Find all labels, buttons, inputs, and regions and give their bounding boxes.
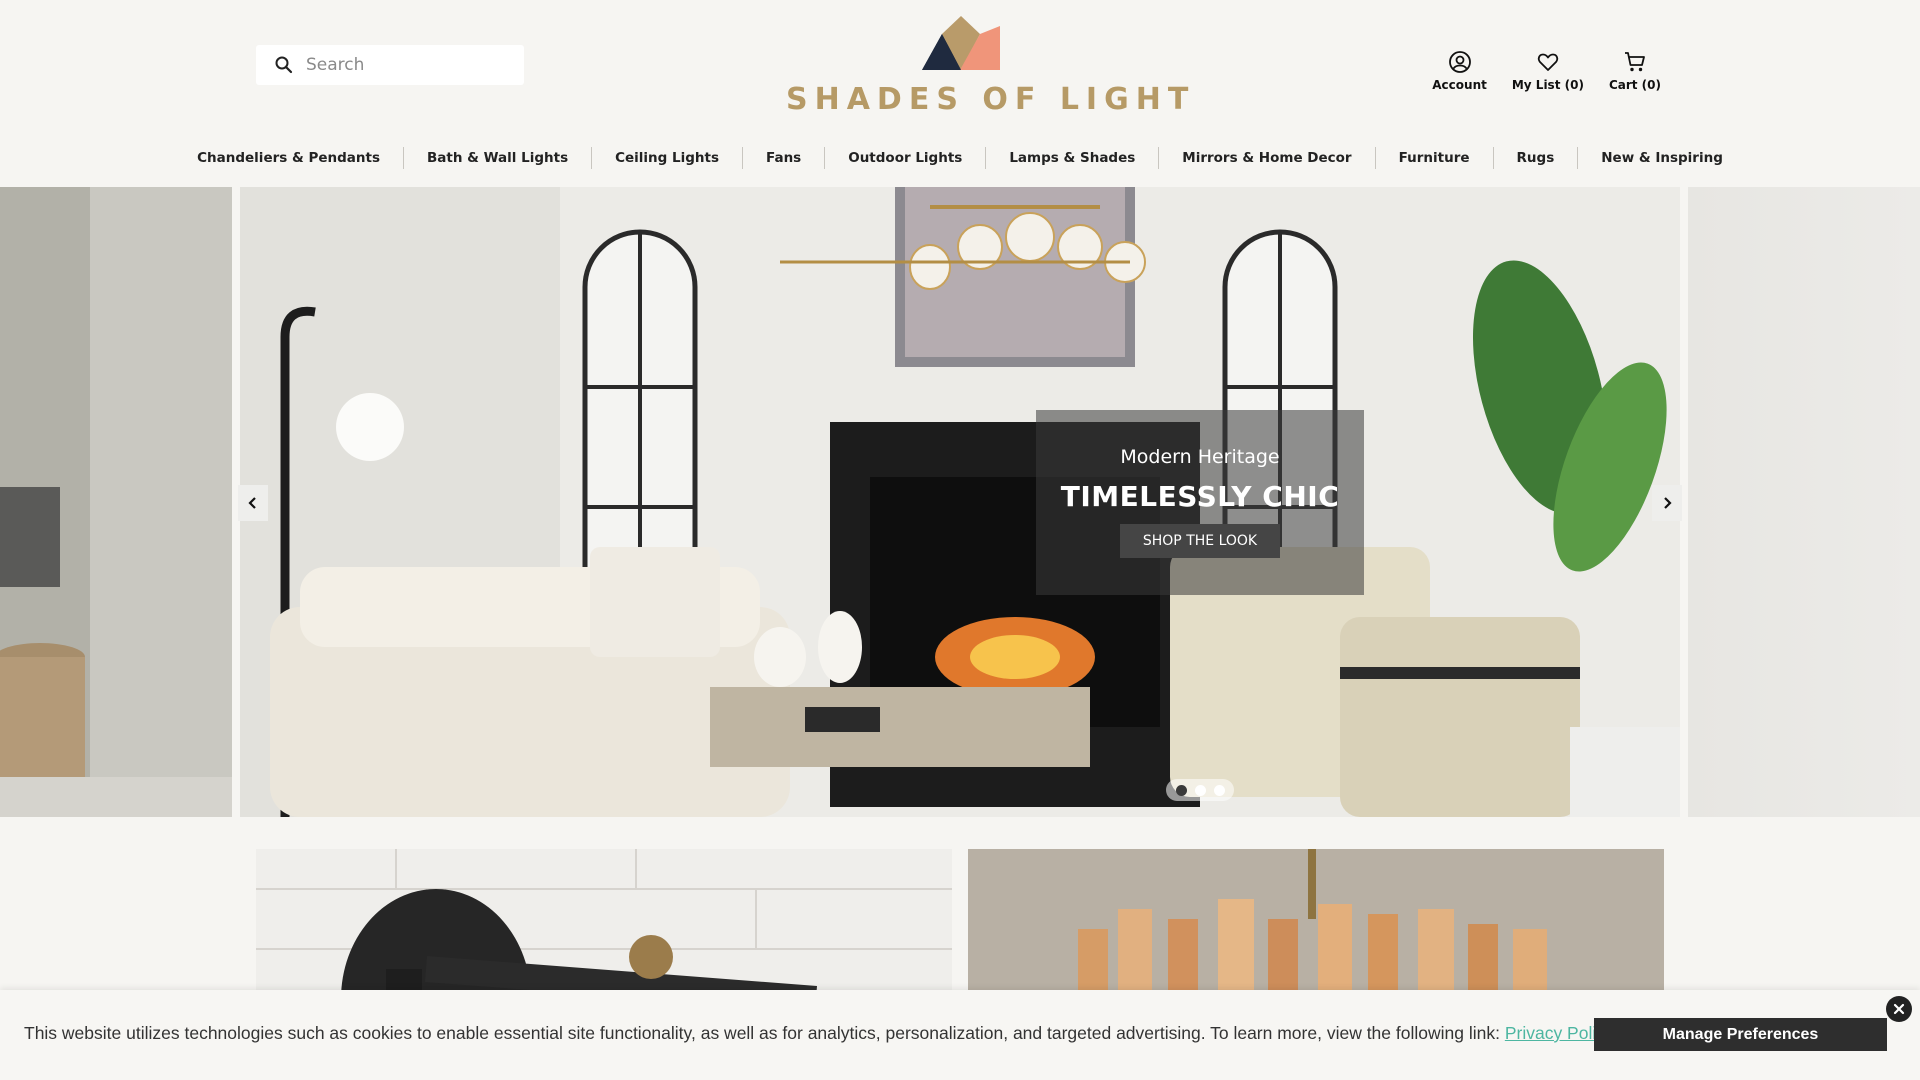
my-list-link[interactable]: My List (0) bbox=[1512, 50, 1584, 92]
carousel-dot-1[interactable] bbox=[1175, 784, 1187, 796]
nav-item-bath-wall-lights[interactable]: Bath & Wall Lights bbox=[404, 147, 593, 169]
brand-logo-mark[interactable] bbox=[922, 16, 1000, 70]
nav-item-mirrors-home-decor[interactable]: Mirrors & Home Decor bbox=[1159, 147, 1376, 169]
hero-slide[interactable]: Modern Heritage TIMELESSLY CHIC SHOP THE… bbox=[240, 187, 1680, 817]
search-icon bbox=[275, 56, 293, 74]
heart-icon bbox=[1537, 53, 1558, 71]
hero-slide-image bbox=[240, 187, 1680, 817]
close-cookie-banner-button[interactable] bbox=[1886, 996, 1912, 1022]
carousel-pagination bbox=[1166, 779, 1234, 801]
carousel-dot-3[interactable] bbox=[1213, 784, 1225, 796]
my-list-label: My List (0) bbox=[1511, 78, 1584, 92]
nav-item-rugs[interactable]: Rugs bbox=[1494, 147, 1579, 169]
nav-item-lamps-shades[interactable]: Lamps & Shades bbox=[986, 147, 1160, 169]
account-link[interactable]: Account bbox=[1432, 50, 1487, 92]
hero-caption: Modern Heritage TIMELESSLY CHIC SHOP THE… bbox=[1036, 410, 1364, 595]
nav-item-fans[interactable]: Fans bbox=[743, 147, 826, 169]
main-nav: Chandeliers & Pendants Bath & Wall Light… bbox=[0, 145, 1920, 171]
previous-slide-preview[interactable] bbox=[0, 187, 232, 817]
nav-item-chandeliers-pendants[interactable]: Chandeliers & Pendants bbox=[174, 147, 404, 169]
account-icon bbox=[1448, 51, 1471, 73]
utility-nav: Account My List (0) Cart (0) bbox=[1432, 50, 1661, 92]
cart-link[interactable]: Cart (0) bbox=[1609, 50, 1661, 92]
cart-icon bbox=[1624, 52, 1645, 72]
cookie-banner: This website utilizes technologies such … bbox=[0, 990, 1920, 1080]
close-icon bbox=[1893, 1003, 1905, 1015]
next-slide-preview[interactable] bbox=[1688, 187, 1920, 817]
brand-name[interactable]: SHADES OF LIGHT bbox=[786, 82, 1188, 117]
hero-subtitle: Modern Heritage bbox=[1120, 446, 1280, 468]
nav-item-outdoor-lights[interactable]: Outdoor Lights bbox=[825, 147, 987, 169]
carousel-next-button[interactable] bbox=[1652, 485, 1682, 521]
search-input[interactable] bbox=[306, 55, 506, 75]
previous-slide-image bbox=[0, 187, 232, 817]
chevron-left-icon bbox=[248, 497, 256, 509]
nav-item-new-inspiring[interactable]: New & Inspiring bbox=[1578, 147, 1746, 169]
carousel-dot-2[interactable] bbox=[1194, 784, 1206, 796]
hero-carousel: Modern Heritage TIMELESSLY CHIC SHOP THE… bbox=[0, 187, 1920, 817]
account-label: Account bbox=[1432, 78, 1487, 92]
cart-label: Cart (0) bbox=[1608, 78, 1661, 92]
cookie-message-text: This website utilizes technologies such … bbox=[24, 1023, 1505, 1043]
nav-item-furniture[interactable]: Furniture bbox=[1376, 147, 1494, 169]
hero-title: TIMELESSLY CHIC bbox=[1060, 480, 1340, 513]
site-header: SHADES OF LIGHT Account My List (0) Cart… bbox=[0, 0, 1920, 186]
manage-preferences-button[interactable]: Manage Preferences bbox=[1594, 1018, 1887, 1051]
carousel-prev-button[interactable] bbox=[238, 485, 268, 521]
nav-item-ceiling-lights[interactable]: Ceiling Lights bbox=[592, 147, 744, 169]
shop-the-look-button[interactable]: SHOP THE LOOK bbox=[1120, 524, 1280, 558]
search-box[interactable] bbox=[256, 45, 524, 85]
cookie-message: This website utilizes technologies such … bbox=[24, 1023, 1614, 1044]
chevron-right-icon bbox=[1664, 497, 1672, 509]
